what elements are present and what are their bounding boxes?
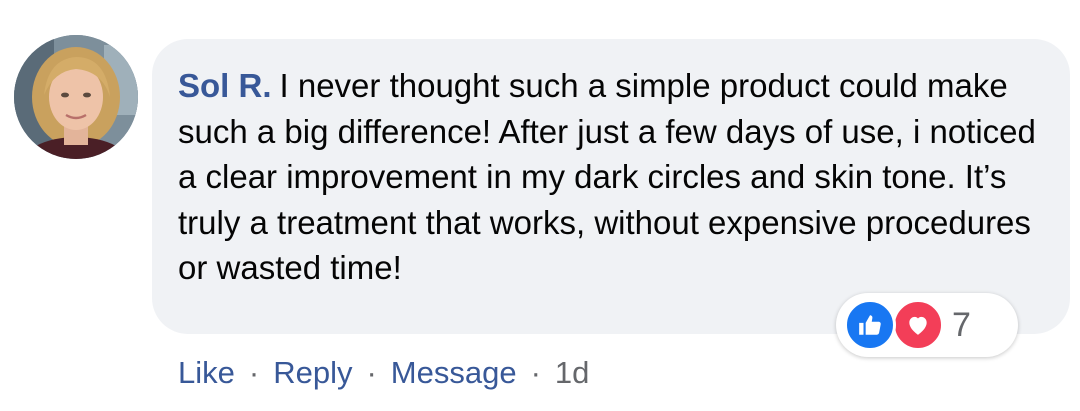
reaction-count: 7	[952, 305, 971, 344]
comment-text: I never thought such a simple product co…	[178, 67, 1036, 286]
like-icon	[844, 299, 896, 351]
reactions-summary[interactable]: 7	[836, 293, 1018, 357]
like-button[interactable]: Like	[178, 355, 235, 391]
message-button[interactable]: Message	[391, 355, 517, 391]
avatar-photo	[14, 35, 138, 159]
comment-actions: Like · Reply · Message · 1d	[178, 355, 589, 391]
reply-button[interactable]: Reply	[273, 355, 352, 391]
separator: ·	[366, 355, 377, 390]
avatar[interactable]	[14, 35, 138, 159]
author-name[interactable]: Sol R.	[178, 67, 272, 104]
comment-bubble: Sol R. I never thought such a simple prod…	[152, 39, 1070, 334]
timestamp[interactable]: 1d	[555, 355, 589, 391]
comment-body: Sol R. I never thought such a simple prod…	[178, 63, 1058, 291]
separator: ·	[248, 355, 260, 390]
comment-container: Sol R. I never thought such a simple prod…	[0, 0, 1080, 411]
separator: ·	[530, 355, 541, 390]
love-icon	[892, 299, 944, 351]
